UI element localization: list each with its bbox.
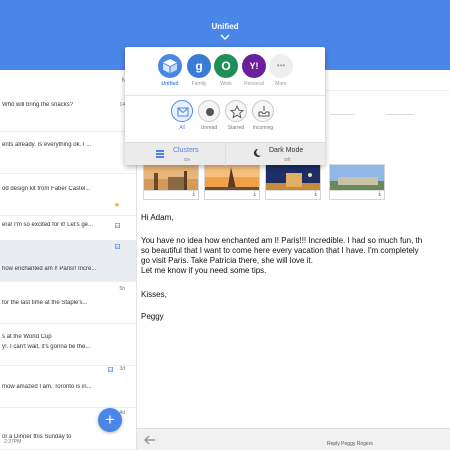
email-body-line: You have no idea how enchanted am I! Par… xyxy=(141,236,423,245)
dark-mode-status: Off xyxy=(284,157,290,162)
account-work[interactable]: O Work xyxy=(213,54,239,89)
back-arrow-icon[interactable] xyxy=(143,435,157,445)
message-list: N Who will bring the snacks? 14 ents alr… xyxy=(0,70,137,450)
divider xyxy=(330,114,355,115)
account-unified[interactable]: Unified xyxy=(157,54,183,89)
account-personal[interactable]: Y! Personal xyxy=(241,54,267,89)
account-label: Work xyxy=(220,81,232,87)
email-body-line: so beautiful that I want to come here ev… xyxy=(141,246,419,255)
filter-label: All xyxy=(179,125,185,131)
filter-label: Incoming xyxy=(252,125,274,131)
clusters-toggle[interactable]: Clusters On xyxy=(125,143,225,166)
account-label: Personal xyxy=(244,81,264,87)
filter-starred[interactable]: Starred xyxy=(222,100,250,136)
list-item-selected[interactable]: how enchanted am I! Paris!! Incre... xyxy=(0,240,136,282)
star-icon[interactable]: ★ xyxy=(114,202,120,209)
google-icon: g xyxy=(187,54,211,78)
list-item-preview-2: y!. I can't wait, it's gonna be the... xyxy=(2,344,91,350)
attachment-thumbnail[interactable]: ⤓ xyxy=(329,164,385,200)
image-attachment-icon xyxy=(115,244,120,249)
download-icon[interactable]: ⤓ xyxy=(253,191,256,198)
list-item[interactable]: Who will bring the snacks? 14 xyxy=(0,90,136,132)
divider xyxy=(386,114,414,115)
popup-toggle-bar: Clusters On Dark Mode Off xyxy=(125,142,325,166)
account-label: Family xyxy=(191,81,207,87)
plus-icon: + xyxy=(105,410,115,429)
account-more[interactable]: ••• More xyxy=(268,54,294,89)
attachment-thumbnail[interactable]: ⤓ xyxy=(143,164,199,200)
account-title[interactable]: Unified xyxy=(0,22,450,31)
list-item[interactable]: for the last time at the Staple's... 5h xyxy=(0,282,136,324)
reply-button[interactable]: Reply Peggy Rogers xyxy=(327,441,373,447)
dark-mode-label: Dark Mode xyxy=(269,147,304,154)
account-switcher-popup: Unified g Family O Work Y! Personal ••• … xyxy=(125,47,325,166)
inbox-tray-icon xyxy=(252,100,274,122)
unified-inbox-icon xyxy=(158,54,182,78)
filter-all[interactable]: All xyxy=(168,100,196,136)
moon-icon xyxy=(253,148,261,157)
email-signature: Peggy xyxy=(141,312,164,321)
email-greeting: Hi Adam, xyxy=(141,213,174,222)
filter-unread[interactable]: Unread xyxy=(195,100,223,136)
clusters-icon xyxy=(156,150,164,158)
list-item-preview: s at the World Cup xyxy=(2,334,52,340)
list-item-date: 5h xyxy=(119,286,125,292)
account-label: More xyxy=(275,81,287,87)
divider xyxy=(125,95,325,96)
attachment-thumbnail[interactable]: ⤓ xyxy=(265,164,321,200)
envelope-icon xyxy=(171,100,193,122)
email-body-line: go visit Paris. Take Patricia there, she… xyxy=(141,256,313,265)
yahoo-icon: Y! xyxy=(242,54,266,78)
star-outline-icon xyxy=(225,100,247,122)
clusters-label: Clusters xyxy=(173,147,199,154)
chevron-down-icon[interactable] xyxy=(219,33,231,41)
account-label: Unified xyxy=(161,81,179,87)
clusters-status: On xyxy=(184,157,191,162)
list-item[interactable]: mow amazed I am. Toronto is in... 3d xyxy=(0,366,136,408)
list-item-preview: ents already. Is everything ok. I ... xyxy=(2,142,92,148)
filter-label: Starred xyxy=(227,125,245,131)
email-closing: Kisses, xyxy=(141,290,167,299)
list-item-preview: era! I'm so excited for it! Let's ge... xyxy=(2,222,93,228)
unread-dot-icon xyxy=(198,100,220,122)
attachment-thumbnail[interactable]: ⤓ xyxy=(204,164,260,200)
list-item-preview: for the last time at the Staple's... xyxy=(2,300,88,306)
filter-incoming[interactable]: Incoming xyxy=(249,100,277,136)
outlook-icon: O xyxy=(214,54,238,78)
list-item-time: 2:37PM xyxy=(4,439,22,445)
download-icon[interactable]: ⤓ xyxy=(378,191,381,198)
compose-button[interactable]: + xyxy=(98,408,122,432)
dark-mode-toggle[interactable]: Dark Mode Off xyxy=(225,143,325,166)
more-icon: ••• xyxy=(269,54,293,78)
list-item[interactable]: ents already. Is everything ok. I ... xyxy=(0,132,136,174)
list-item-preview: how enchanted am I! Paris!! Incre... xyxy=(2,266,97,272)
download-icon[interactable]: ⤓ xyxy=(192,191,195,198)
filter-label: Unread xyxy=(200,125,218,131)
email-body-line: Let me know if you need some tips. xyxy=(141,266,267,275)
list-item-preview: od design kit from Faber Castel... xyxy=(2,186,91,192)
image-attachment-icon xyxy=(108,367,113,372)
list-item-preview: mow amazed I am. Toronto is in... xyxy=(2,384,92,390)
download-icon[interactable]: ⤓ xyxy=(314,191,317,198)
list-item-date: 3d xyxy=(119,366,125,372)
list-item[interactable]: s at the World Cup y!. I can't wait, it'… xyxy=(0,324,136,366)
list-item[interactable]: od design kit from Faber Castel... ★ xyxy=(0,174,136,216)
image-attachment-icon xyxy=(115,223,120,228)
bottom-bar: Reply Peggy Rogers xyxy=(137,428,450,450)
list-item-preview: Who will bring the snacks? xyxy=(2,102,74,108)
list-column-label: N xyxy=(121,78,126,84)
account-family[interactable]: g Family xyxy=(186,54,212,89)
